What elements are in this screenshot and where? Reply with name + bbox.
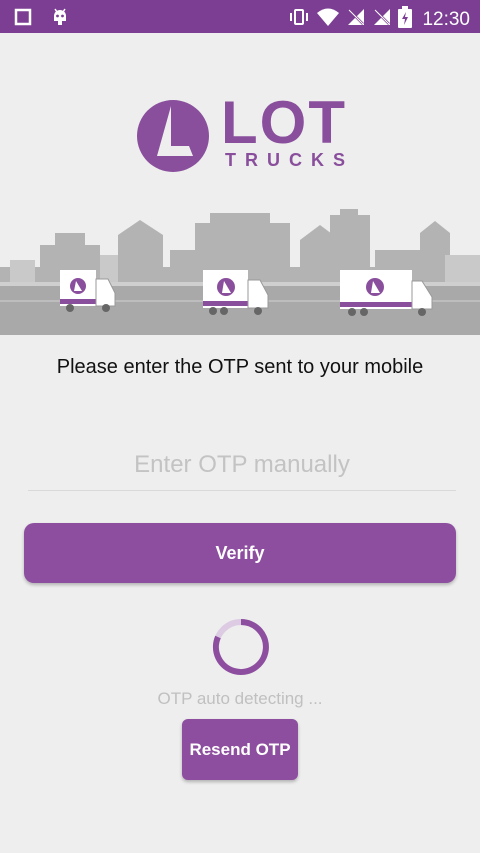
- loading-spinner-icon: [212, 619, 269, 675]
- vibrate-icon: [288, 8, 310, 31]
- otp-input[interactable]: [28, 440, 456, 491]
- android-debug-icon: [50, 7, 70, 32]
- resend-otp-button[interactable]: Resend OTP: [182, 719, 298, 780]
- status-time: 12:30: [422, 9, 470, 30]
- no-sim-icon: [372, 7, 392, 32]
- status-bar: 12:30: [0, 0, 480, 33]
- otp-instruction: Please enter the OTP sent to your mobile: [56, 356, 424, 378]
- logo-text-sub: TRUCKS: [225, 150, 354, 170]
- city-trucks-illustration: [0, 209, 480, 335]
- square-notification-icon: [14, 8, 32, 31]
- verify-button[interactable]: Verify: [24, 523, 456, 583]
- no-sim-icon: [346, 7, 366, 32]
- battery-charging-icon: [398, 6, 413, 33]
- wifi-icon: [316, 7, 340, 32]
- otp-auto-detect-status: OTP auto detecting ...: [157, 689, 323, 708]
- logo-text-main: LOT: [221, 89, 347, 156]
- logo-mark-icon: [137, 100, 209, 172]
- app-logo: LOT TRUCKS: [135, 89, 350, 176]
